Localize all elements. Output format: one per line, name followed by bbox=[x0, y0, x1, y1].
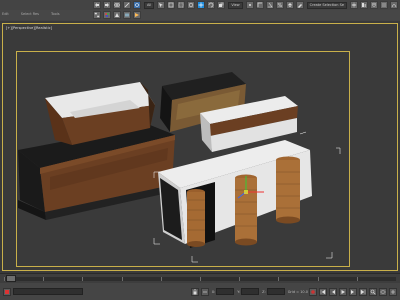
undo-icon[interactable] bbox=[93, 1, 101, 9]
window-crossing-icon[interactable] bbox=[187, 1, 196, 9]
timeline[interactable] bbox=[0, 273, 400, 283]
select-by-name-icon[interactable] bbox=[167, 1, 176, 9]
schematic-view-icon[interactable] bbox=[93, 11, 101, 19]
timeline-tick bbox=[317, 277, 319, 281]
reception-desk-columns[interactable] bbox=[153, 131, 341, 263]
align-icon[interactable] bbox=[360, 1, 369, 9]
bind-spacewarp-icon[interactable] bbox=[133, 1, 141, 9]
reception-desk-large[interactable] bbox=[18, 82, 175, 220]
lock-selection-icon[interactable] bbox=[190, 287, 199, 296]
material-editor-icon[interactable] bbox=[103, 11, 111, 19]
timeline-tick bbox=[239, 277, 241, 281]
previous-frame-icon[interactable] bbox=[329, 287, 337, 296]
named-selection-set-field[interactable]: Create Selection Se bbox=[306, 1, 348, 9]
play-icon[interactable] bbox=[339, 287, 347, 296]
select-move-icon[interactable] bbox=[197, 1, 206, 9]
select-scale-icon[interactable] bbox=[217, 1, 226, 9]
select-object-icon[interactable] bbox=[157, 1, 166, 9]
render-setup-icon[interactable] bbox=[113, 11, 121, 19]
timeline-tick bbox=[160, 277, 162, 281]
timeline-tick bbox=[356, 277, 358, 281]
selection-filter-dropdown[interactable]: All bbox=[144, 1, 155, 9]
scene-render bbox=[18, 72, 341, 263]
reference-coordinate-dropdown[interactable]: View bbox=[228, 1, 243, 9]
x-label: X: bbox=[211, 289, 216, 294]
y-label: Y: bbox=[237, 289, 241, 294]
main-toolbar: All View % Create Selection Se bbox=[0, 0, 400, 22]
grid-spacing-text: Grid = 10.0 bbox=[287, 289, 308, 294]
unlink-icon[interactable] bbox=[123, 1, 131, 9]
edit-named-selection-icon[interactable] bbox=[295, 1, 304, 9]
redo-icon[interactable] bbox=[103, 1, 111, 9]
status-bar: X: Y: Z: Grid = 10.0 bbox=[0, 283, 400, 300]
percent-snap-icon[interactable]: % bbox=[275, 1, 284, 9]
z-label: Z: bbox=[262, 289, 266, 294]
timeline-tick bbox=[200, 277, 201, 281]
timeline-track[interactable] bbox=[4, 277, 396, 281]
pivot-center-icon[interactable] bbox=[245, 1, 254, 9]
angle-snap-icon[interactable] bbox=[265, 1, 274, 9]
maxscript-listener-icon[interactable] bbox=[3, 287, 11, 296]
zoom-icon[interactable] bbox=[369, 287, 377, 296]
select-rotate-icon[interactable] bbox=[207, 1, 216, 9]
timeline-tick bbox=[4, 277, 5, 281]
absolute-mode-icon[interactable] bbox=[200, 287, 209, 296]
rendered-frame-window-icon[interactable] bbox=[123, 11, 131, 19]
script-field[interactable] bbox=[13, 288, 83, 295]
x-coordinate-field[interactable] bbox=[216, 288, 235, 295]
curve-editor-icon[interactable] bbox=[390, 1, 399, 9]
go-to-start-icon[interactable] bbox=[319, 287, 327, 296]
mirror-icon[interactable] bbox=[350, 1, 359, 9]
render-production-icon[interactable] bbox=[133, 11, 141, 19]
time-slider[interactable] bbox=[6, 275, 16, 282]
y-coordinate-field[interactable] bbox=[241, 288, 260, 295]
rectangular-selection-icon[interactable] bbox=[177, 1, 186, 9]
svg-text:%: % bbox=[277, 3, 282, 8]
layer-manager-icon[interactable] bbox=[370, 1, 379, 9]
next-frame-icon[interactable] bbox=[349, 287, 357, 296]
timeline-tick bbox=[278, 277, 280, 281]
z-coordinate-field[interactable] bbox=[266, 288, 285, 295]
column-right bbox=[276, 156, 300, 224]
auto-key-icon[interactable] bbox=[309, 287, 317, 296]
column-left bbox=[187, 189, 205, 247]
timeline-tick bbox=[82, 277, 84, 281]
pan-icon[interactable] bbox=[389, 287, 397, 296]
snap-toggle-icon[interactable] bbox=[255, 1, 264, 9]
orbit-icon[interactable] bbox=[379, 287, 387, 296]
link-icon[interactable] bbox=[113, 1, 121, 9]
go-to-end-icon[interactable] bbox=[359, 287, 367, 296]
spinner-snap-icon[interactable] bbox=[285, 1, 294, 9]
timeline-tick bbox=[43, 277, 45, 281]
perspective-viewport[interactable]: [+][Perspective][Realistic] bbox=[0, 21, 400, 273]
graphite-toolbar-icon[interactable] bbox=[380, 1, 389, 9]
timeline-tick bbox=[121, 277, 123, 281]
